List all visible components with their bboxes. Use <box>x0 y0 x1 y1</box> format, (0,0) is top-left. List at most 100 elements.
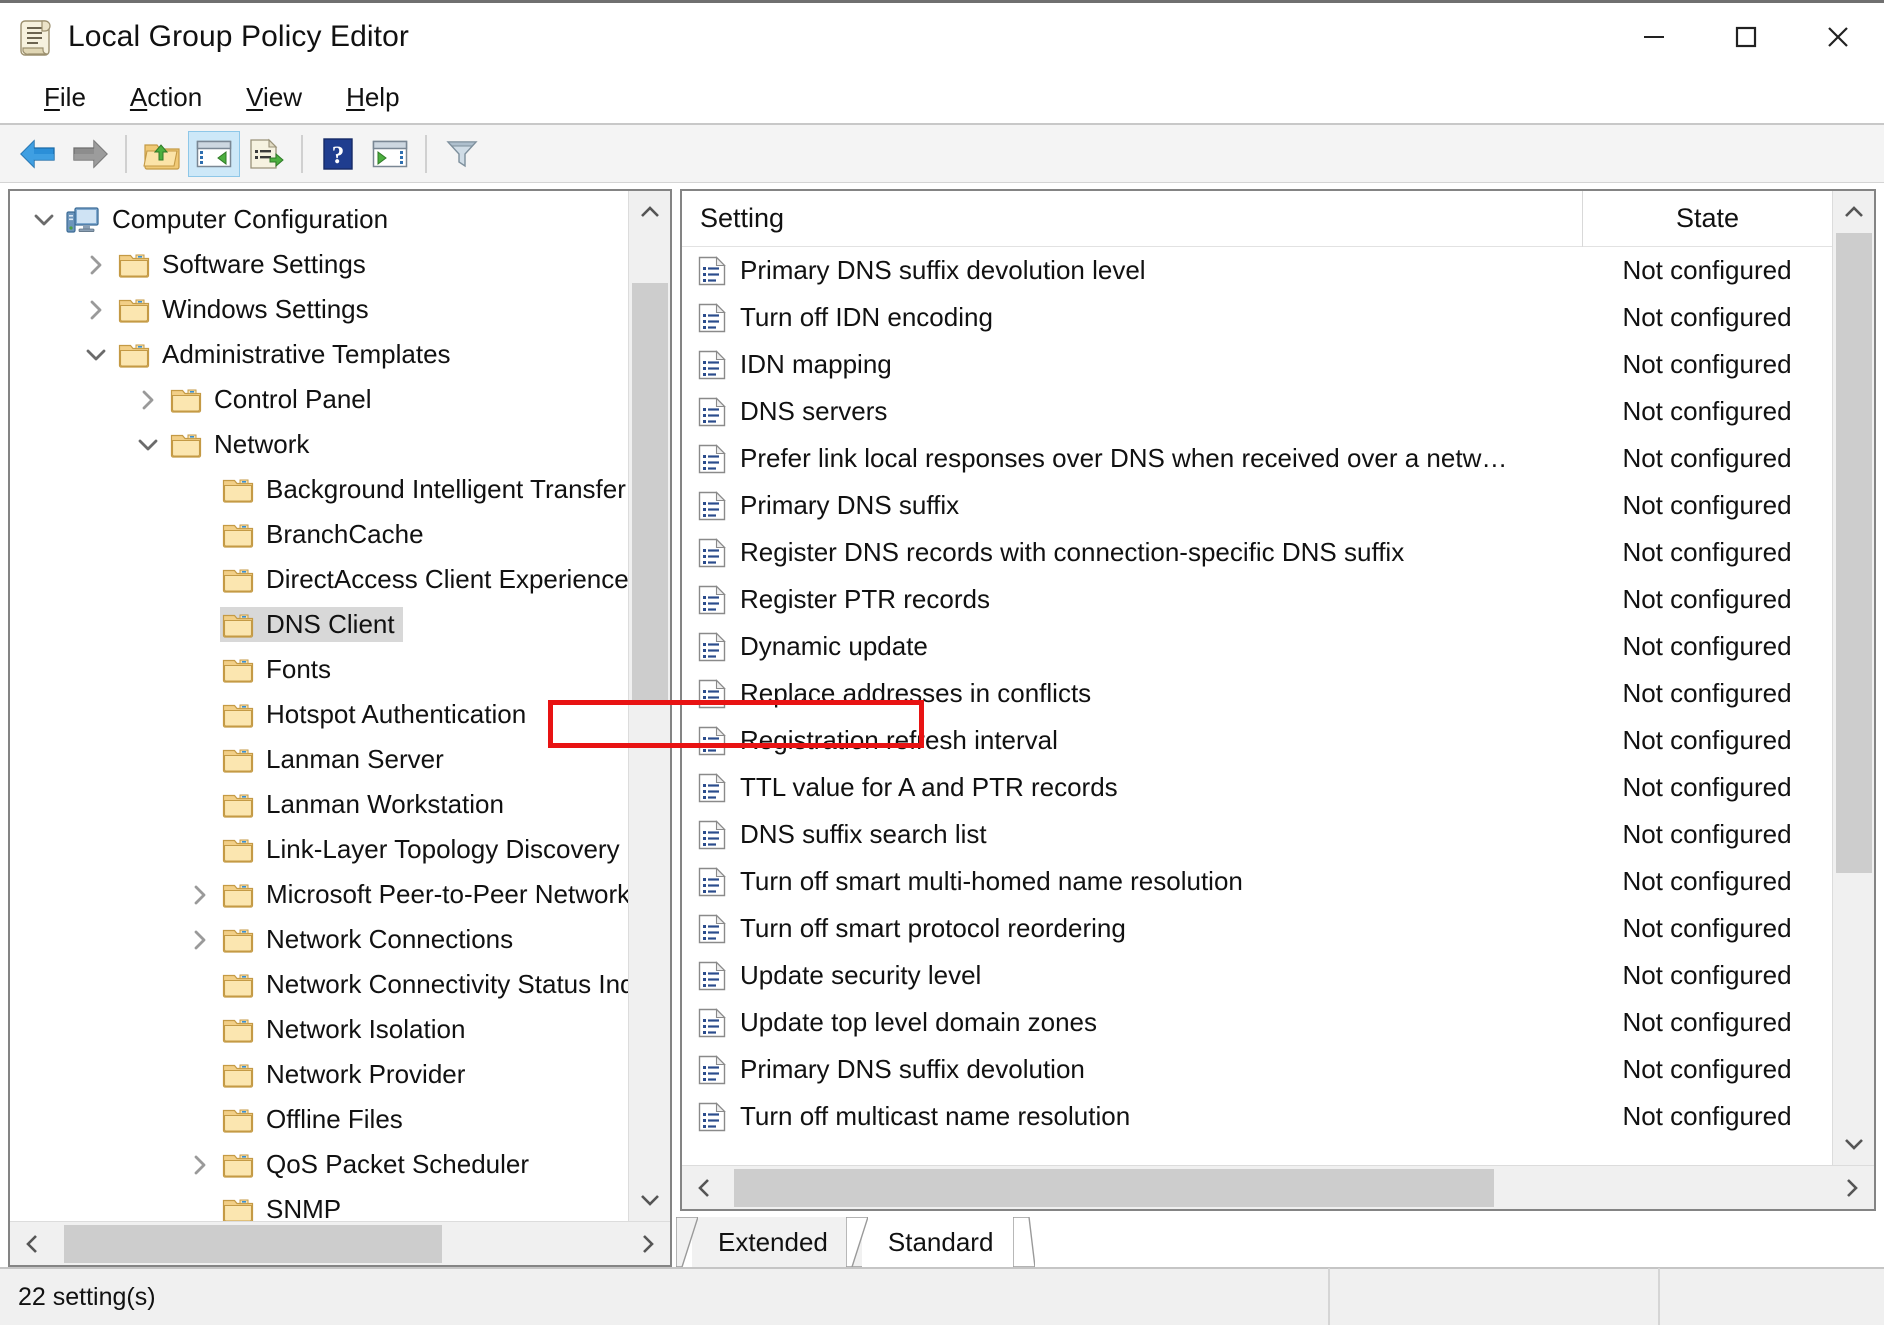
chevron-down-icon[interactable] <box>24 212 64 228</box>
list-scroll-down-icon[interactable] <box>1833 1123 1875 1165</box>
tree-node[interactable]: Fonts <box>10 647 628 692</box>
tree-node[interactable]: Windows Settings <box>10 287 628 332</box>
chevron-down-icon[interactable] <box>76 347 116 363</box>
tree-scroll-thumb[interactable] <box>631 283 668 703</box>
tree-node-content[interactable]: Lanman Workstation <box>220 787 512 822</box>
table-row[interactable]: TTL value for A and PTR records Not confi… <box>682 764 1832 811</box>
tree-node[interactable]: Lanman Workstation <box>10 782 628 827</box>
maximize-button[interactable] <box>1700 3 1792 71</box>
tree-node[interactable]: Background Intelligent Transfer Service <box>10 467 628 512</box>
tree-node[interactable]: Administrative Templates <box>10 332 628 377</box>
table-row[interactable]: DNS suffix search list Not configured <box>682 811 1832 858</box>
tree-node[interactable]: Network Provider <box>10 1052 628 1097</box>
console-tree[interactable]: Computer Configuration Software Settings W… <box>10 191 628 1221</box>
column-header-state[interactable]: State <box>1582 191 1832 247</box>
table-row[interactable]: Update top level domain zones Not configu… <box>682 999 1832 1046</box>
table-row[interactable]: Update security level Not configured <box>682 952 1832 999</box>
table-row[interactable]: Dynamic update Not configured <box>682 623 1832 670</box>
show-hide-action-pane-icon[interactable] <box>364 131 416 177</box>
table-row[interactable]: Turn off IDN encoding Not configured <box>682 294 1832 341</box>
export-list-icon[interactable] <box>240 131 292 177</box>
tree-node[interactable]: BranchCache <box>10 512 628 557</box>
tree-node-content[interactable]: Administrative Templates <box>116 337 459 372</box>
tree-node[interactable]: QoS Packet Scheduler <box>10 1142 628 1187</box>
tree-node-content[interactable]: Network Isolation <box>220 1012 473 1047</box>
filter-icon[interactable] <box>436 131 488 177</box>
table-row[interactable]: Primary DNS suffix Not configured <box>682 482 1832 529</box>
tree-node[interactable]: Microsoft Peer-to-Peer Networking Servic… <box>10 872 628 917</box>
list-hscroll-track[interactable] <box>726 1166 1830 1210</box>
tree-node[interactable]: DNS Client <box>10 602 628 647</box>
tree-node-content[interactable]: Software Settings <box>116 247 374 282</box>
table-row[interactable]: IDN mapping Not configured <box>682 341 1832 388</box>
chevron-down-icon[interactable] <box>128 437 168 453</box>
tree-node[interactable]: Network Isolation <box>10 1007 628 1052</box>
tree-node-content[interactable]: Network Connections <box>220 922 521 957</box>
tree-scroll-right-icon[interactable] <box>626 1222 670 1266</box>
chevron-right-icon[interactable] <box>76 254 116 276</box>
tree-node-content[interactable]: Control Panel <box>168 382 380 417</box>
menu-file[interactable]: File <box>22 78 108 117</box>
menu-action[interactable]: Action <box>108 78 224 117</box>
chevron-right-icon[interactable] <box>180 1154 220 1176</box>
tree-node-content[interactable]: Fonts <box>220 652 339 687</box>
list-scroll-track[interactable] <box>1833 233 1875 1123</box>
list-scroll-left-icon[interactable] <box>682 1166 726 1210</box>
up-one-level-folder-icon[interactable] <box>136 131 188 177</box>
table-row[interactable]: Register PTR records Not configured <box>682 576 1832 623</box>
list-horizontal-scrollbar[interactable] <box>682 1165 1874 1209</box>
close-button[interactable] <box>1792 3 1884 71</box>
table-row[interactable]: Turn off smart multi-homed name resoluti… <box>682 858 1832 905</box>
tree-scroll-left-icon[interactable] <box>10 1222 54 1266</box>
tree-node-content[interactable]: Network Connectivity Status Indicator <box>220 967 628 1002</box>
tree-node[interactable]: Control Panel <box>10 377 628 422</box>
chevron-right-icon[interactable] <box>180 929 220 951</box>
tree-node[interactable]: Network Connectivity Status Indicator <box>10 962 628 1007</box>
table-row[interactable]: Turn off smart protocol reordering Not co… <box>682 905 1832 952</box>
tree-node-content[interactable]: QoS Packet Scheduler <box>220 1147 537 1182</box>
tab-extended[interactable]: Extended <box>676 1217 870 1267</box>
show-hide-console-tree-icon[interactable] <box>188 130 240 177</box>
tree-node[interactable]: Network Connections <box>10 917 628 962</box>
tree-node-content[interactable]: SNMP <box>220 1192 349 1221</box>
table-row[interactable]: Registration refresh interval Not configu… <box>682 717 1832 764</box>
table-row[interactable]: DNS servers Not configured <box>682 388 1832 435</box>
tree-node-content[interactable]: Windows Settings <box>116 292 377 327</box>
tree-node-content[interactable]: Computer Configuration <box>64 202 396 237</box>
tree-node-content[interactable]: DNS Client <box>220 607 403 642</box>
menu-view[interactable]: View <box>224 78 324 117</box>
help-icon[interactable]: ? <box>312 131 364 177</box>
tree-hscroll-thumb[interactable] <box>64 1224 442 1263</box>
tree-node[interactable]: Offline Files <box>10 1097 628 1142</box>
tree-node[interactable]: DirectAccess Client Experience Settings <box>10 557 628 602</box>
tree-node[interactable]: Link-Layer Topology Discovery <box>10 827 628 872</box>
tree-node[interactable]: Network <box>10 422 628 467</box>
tree-node[interactable]: Software Settings <box>10 242 628 287</box>
table-row[interactable]: Prefer link local responses over DNS whe… <box>682 435 1832 482</box>
tree-node-content[interactable]: DirectAccess Client Experience Settings <box>220 562 628 597</box>
table-row[interactable]: Primary DNS suffix devolution level Not c… <box>682 247 1832 294</box>
table-row[interactable]: Turn off multicast name resolution Not co… <box>682 1093 1832 1140</box>
tree-horizontal-scrollbar[interactable] <box>10 1221 670 1265</box>
listview-rows[interactable]: Primary DNS suffix devolution level Not c… <box>682 247 1832 1165</box>
tab-standard[interactable]: Standard <box>845 1217 1036 1267</box>
list-vertical-scrollbar[interactable] <box>1832 191 1874 1165</box>
table-row[interactable]: Primary DNS suffix devolution Not configu… <box>682 1046 1832 1093</box>
tree-node[interactable]: SNMP <box>10 1187 628 1221</box>
chevron-right-icon[interactable] <box>128 389 168 411</box>
table-row[interactable]: Register DNS records with connection-spe… <box>682 529 1832 576</box>
tree-vertical-scrollbar[interactable] <box>628 191 670 1221</box>
tree-node-content[interactable]: Lanman Server <box>220 742 452 777</box>
tree-node-content[interactable]: Offline Files <box>220 1102 411 1137</box>
tree-node[interactable]: Hotspot Authentication <box>10 692 628 737</box>
tree-node-content[interactable]: Background Intelligent Transfer Service <box>220 472 628 507</box>
tree-node[interactable]: Computer Configuration <box>10 197 628 242</box>
tree-scroll-down-icon[interactable] <box>629 1179 671 1221</box>
tree-hscroll-track[interactable] <box>54 1222 626 1266</box>
back-arrow-icon[interactable] <box>12 131 64 177</box>
list-hscroll-thumb[interactable] <box>734 1168 1494 1207</box>
tree-node-content[interactable]: BranchCache <box>220 517 432 552</box>
forward-arrow-icon[interactable] <box>64 131 116 177</box>
menu-help[interactable]: Help <box>324 78 421 117</box>
tree-node-content[interactable]: Hotspot Authentication <box>220 697 534 732</box>
